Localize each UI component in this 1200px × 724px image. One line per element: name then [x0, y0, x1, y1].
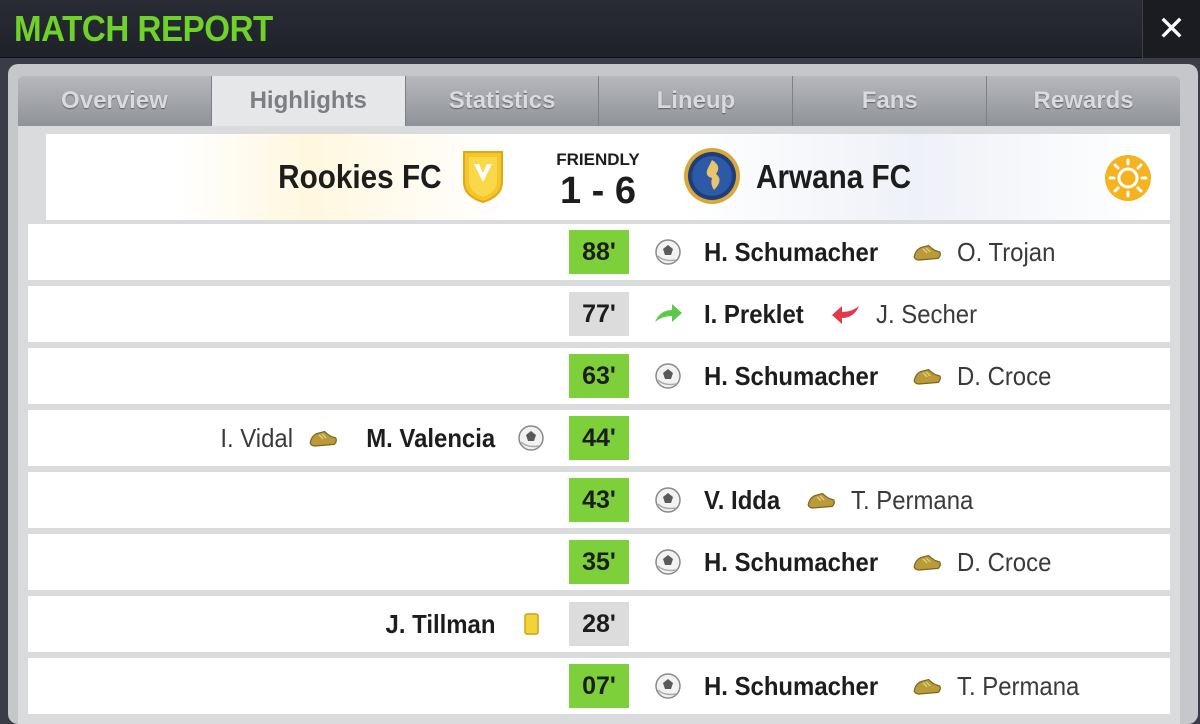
event-player: J. Tillman [385, 608, 495, 639]
event-row: 43' V. Idda T. Permana [28, 472, 1170, 528]
match-report-panel: Overview Highlights Statistics Lineup Fa… [8, 64, 1198, 724]
event-minute: 44' [569, 416, 629, 460]
boot-icon [807, 492, 835, 509]
tab-lineup[interactable]: Lineup [599, 76, 794, 126]
away-team-badge-icon [684, 148, 740, 204]
tab-overview[interactable]: Overview [18, 76, 212, 126]
event-minute: 88' [569, 230, 629, 274]
home-team-name: Rookies FC [278, 158, 442, 195]
event-assist-player: O. Trojan [957, 236, 1056, 267]
boot-icon [913, 368, 942, 385]
tab-fans[interactable]: Fans [793, 76, 988, 126]
event-player: I. Preklet [704, 298, 804, 329]
event-player: H. Schumacher [704, 360, 879, 391]
away-team-name: Arwana FC [756, 158, 912, 195]
tab-highlights[interactable]: Highlights [211, 76, 406, 126]
substitution-in-arrow-icon [655, 304, 682, 322]
event-row: 88' H. Schumacher O. Trojan [28, 224, 1170, 280]
event-minute: 77' [569, 292, 629, 336]
boot-icon [913, 554, 942, 571]
event-assist-player: T. Permana [850, 484, 974, 515]
tab-rewards[interactable]: Rewards [987, 76, 1180, 126]
close-icon: ✕ [1157, 10, 1186, 48]
match-score: 1 - 6 [559, 170, 637, 212]
event-row: 77' I. Preklet J. Secher [28, 286, 1170, 342]
tab-statistics[interactable]: Statistics [405, 76, 600, 126]
event-minute: 35' [569, 540, 629, 584]
boot-icon [309, 430, 337, 447]
event-row: 35' H. Schumacher D. Croce [28, 534, 1170, 590]
close-button[interactable]: ✕ [1142, 0, 1200, 58]
match-type: FRIENDLY [556, 150, 640, 169]
event-minute: 63' [569, 354, 629, 398]
ball-icon [655, 239, 681, 265]
event-player: H. Schumacher [704, 236, 879, 267]
page-title: MATCH REPORT [14, 8, 273, 49]
event-minute: 28' [569, 602, 629, 646]
ball-icon [655, 363, 681, 389]
scoreboard: Rookies FC FRIENDLY 1 - 6 Arwana FC [46, 134, 1170, 220]
boot-icon [913, 678, 942, 695]
ball-icon [518, 425, 544, 451]
header-bar: MATCH REPORT ✕ [0, 0, 1200, 58]
event-player: H. Schumacher [704, 546, 879, 577]
event-assist-player: I. Vidal [220, 422, 293, 453]
ball-icon [655, 549, 681, 575]
event-row: 63' H. Schumacher D. Croce [28, 348, 1170, 404]
event-minute: 07' [569, 664, 629, 708]
yellow-card-icon [524, 613, 539, 635]
event-row: M. Valencia I. Vidal 44' [28, 410, 1170, 466]
event-sub-out-player: J. Secher [876, 298, 978, 329]
event-player: V. Idda [704, 484, 781, 515]
sun-icon [1105, 155, 1151, 201]
event-assist-player: D. Croce [957, 360, 1052, 391]
tab-bar: Overview Highlights Statistics Lineup Fa… [18, 76, 1180, 126]
boot-icon [913, 244, 942, 261]
event-assist-player: D. Croce [957, 546, 1052, 577]
ball-icon [655, 487, 681, 513]
event-player: H. Schumacher [704, 670, 879, 701]
event-player: M. Valencia [366, 422, 495, 453]
event-row: 07' H. Schumacher T. Permana [28, 658, 1170, 714]
event-minute: 43' [569, 478, 629, 522]
highlights-content: Rookies FC FRIENDLY 1 - 6 Arwana FC 88' … [18, 126, 1180, 724]
event-assist-player: T. Permana [957, 670, 1080, 701]
ball-icon [655, 673, 681, 699]
home-team-badge-icon [463, 151, 503, 204]
events-list: 88' H. Schumacher O. Trojan 77' I. Prekl… [28, 224, 1170, 720]
substitution-out-arrow-icon [832, 306, 860, 324]
event-row: J. Tillman 28' [28, 596, 1170, 652]
